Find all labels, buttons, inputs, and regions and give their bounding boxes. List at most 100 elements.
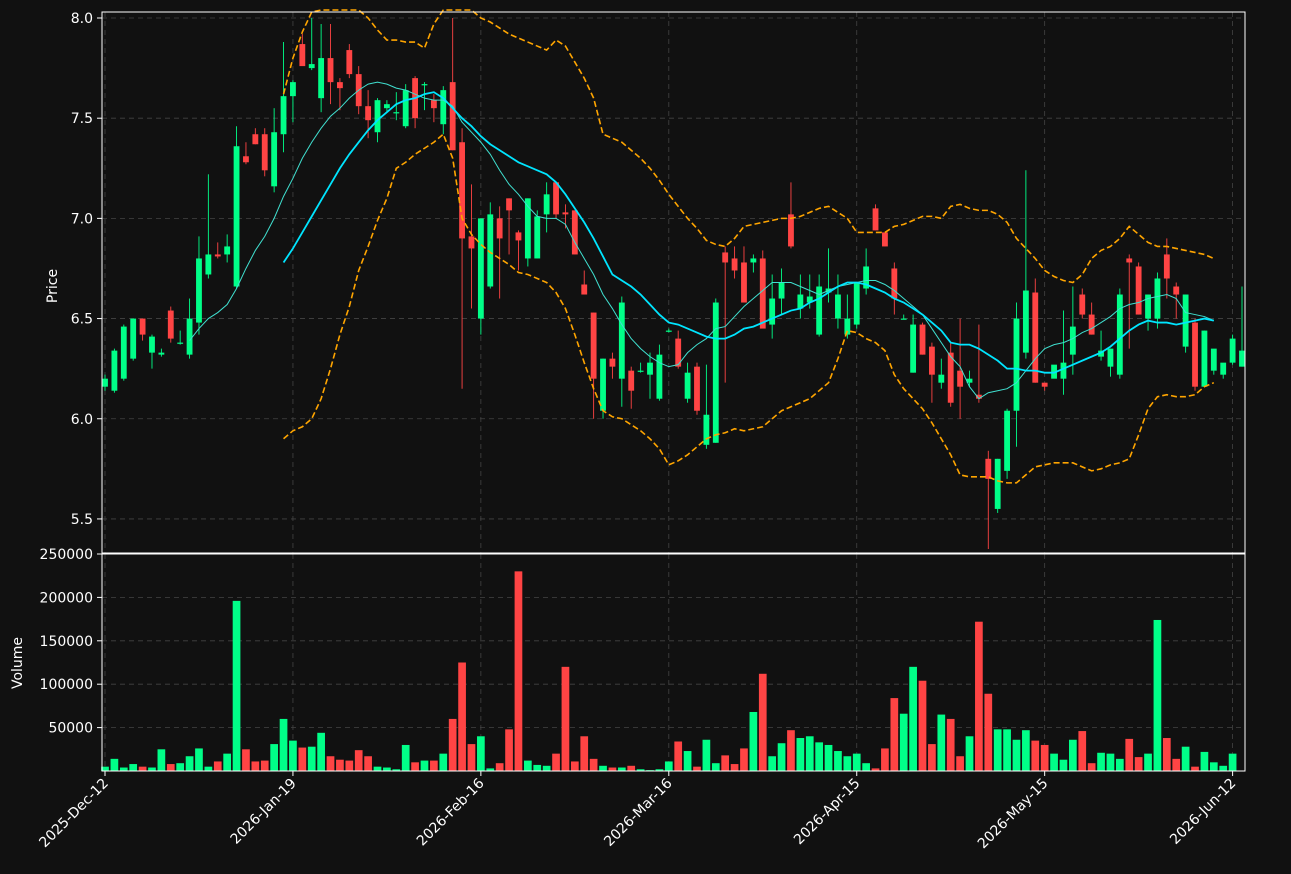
volume-bar [617,767,626,771]
volume-bar [1040,744,1049,771]
volume-bar [711,763,720,771]
volume-y-tick-label: 250000 [40,547,93,563]
price-y-tick-label: 8.0 [71,11,93,27]
volume-bar [1191,766,1199,771]
volume-bar [1115,758,1124,771]
volume-bar [1106,753,1115,771]
price-y-tick-label: 7.0 [71,211,93,227]
volume-bar [157,749,166,771]
candle-body [130,318,137,359]
volume-y-tick-label: 200000 [40,590,93,606]
candle-body [1004,410,1010,471]
volume-bar [373,766,382,771]
candle-body [928,346,935,375]
candle-body [1220,362,1227,375]
volume-bar [1172,758,1181,771]
candle-body [102,378,108,387]
volume-bar [796,738,805,771]
candle-body [910,324,917,373]
volume-bar [354,750,363,771]
candle-body [290,82,296,97]
volume-bar [514,571,523,771]
candle-body [337,82,343,89]
volume-bar [279,718,288,771]
volume-bar [805,736,814,771]
volume-bar [693,766,701,771]
candle-body [581,284,588,295]
candle-body [224,246,231,255]
candle-body [496,218,503,239]
volume-bar [326,756,335,771]
candle-body [459,142,465,239]
volume-bar [1200,751,1209,771]
volume-bar [270,744,278,771]
candle-body [214,254,221,257]
volume-bar [1012,739,1021,771]
volume-bar [336,759,344,771]
candle-body [149,336,155,353]
candle-body [778,282,785,299]
volume-bar [166,764,175,771]
volume-bar [787,730,795,771]
candle-body [1229,338,1236,363]
candle-body [882,232,888,247]
volume-bar [411,762,419,771]
candle-body [383,104,390,109]
volume-bar [110,758,119,771]
volume-bar [401,744,410,771]
candle-body [1210,348,1217,371]
volume-bar [928,744,936,771]
volume-bar [852,753,861,771]
volume-bar [862,763,870,771]
candle-body [1135,266,1142,315]
volume-bar [956,756,964,771]
candle-body [1013,318,1020,411]
volume-bar [946,718,955,771]
volume-bar [345,760,354,771]
volume-bar [495,763,504,771]
volume-bar [749,711,758,771]
candle-body [1041,382,1048,387]
candle-body [835,294,841,319]
volume-bar [993,729,1002,771]
candle-body [243,156,249,163]
volume-bar [1069,739,1077,771]
volume-bar [1022,730,1030,771]
volume-bar [1144,753,1152,771]
volume-bar [899,713,908,771]
candle-body [515,232,522,241]
candle-body [120,326,127,379]
candle-body [637,370,644,372]
candle-body [985,458,992,479]
volume-axis-title: Volume [10,637,26,689]
volume-bar [1181,746,1190,771]
volume-bar [458,662,466,771]
candle-body [158,352,165,355]
volume-bar [740,748,748,771]
candle-body [938,374,945,383]
volume-bar [815,742,824,771]
candle-body [741,262,747,303]
candle-body [731,258,738,271]
volume-bar [1078,731,1087,771]
candle-body [299,44,306,67]
candle-body [346,50,353,75]
volume-bar [721,755,730,771]
candle-body [1107,348,1114,367]
volume-bar [918,680,927,771]
candle-body [186,318,193,355]
candle-body [684,372,691,399]
volume-bar [608,767,617,771]
volume-bar [119,767,128,771]
volume-bar [730,764,739,771]
candle-body [750,258,757,263]
volume-bar [213,761,222,771]
volume-bar [467,744,476,771]
candle-body [1079,294,1086,315]
volume-bar [307,746,316,771]
volume-bar [439,753,448,771]
candle-body [477,218,484,319]
candle-body [402,90,409,127]
volume-bar [834,751,842,771]
volume-bar [890,698,899,771]
